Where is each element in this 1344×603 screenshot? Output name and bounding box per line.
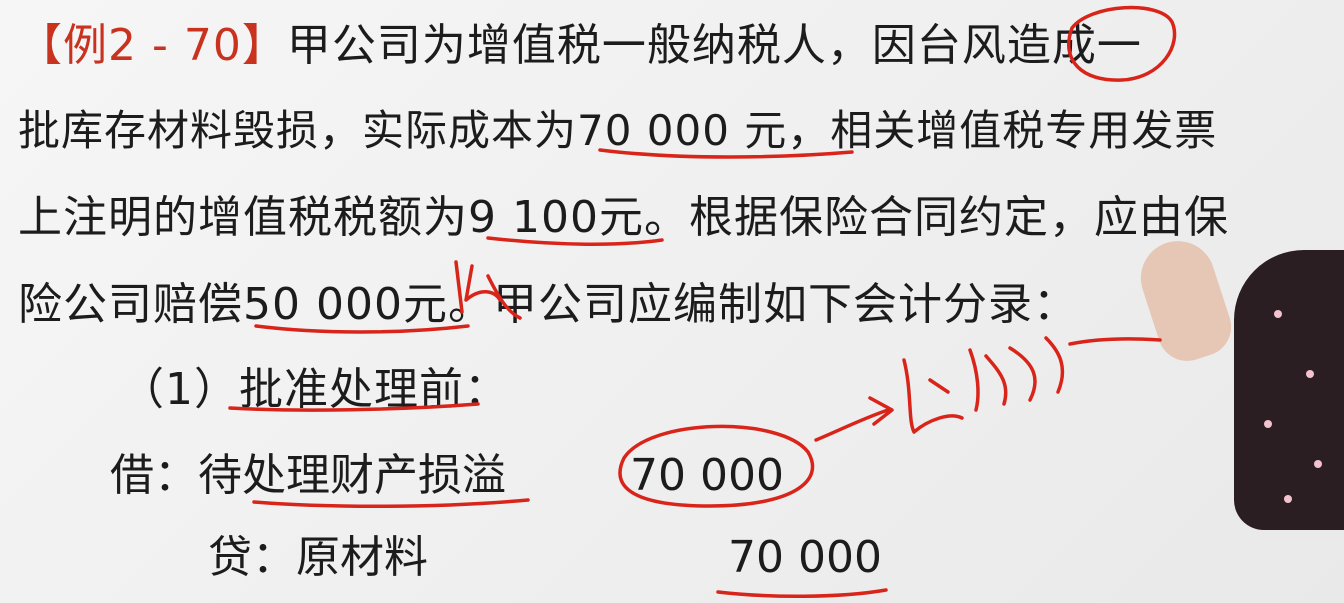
debit-amount: 70 000 [630,450,784,501]
presenter-pattern-dot [1314,460,1322,468]
underline-credit-amount [716,588,888,599]
handwritten-scribble-summary [902,336,1162,434]
debit-account-label: 借：待处理财产损溢 [110,450,506,501]
step-title: （1）批准处理前： [120,364,509,415]
presenter-pattern-dot [1306,370,1314,378]
paragraph-line-2: 批库存材料毁损，实际成本为70 000 元，相关增值税专用发票 [18,106,1218,155]
arrow-mark [814,396,894,442]
paragraph-line-4: 险公司赔偿50 000元。甲公司应编制如下会计分录： [18,279,1078,330]
paragraph-line-1: 【例2 - 70】甲公司为增值税一般纳税人，因台风造成一 [18,18,1142,74]
presenter-pattern-dot [1284,495,1292,503]
paragraph-line-3: 上注明的增值税税额为9 100元。根据保险合同约定，应由保 [18,192,1229,243]
presenter-figure [1234,250,1344,530]
presenter-pattern-dot [1264,420,1272,428]
credit-account-label: 贷：原材料 [208,532,428,583]
credit-amount: 70 000 [728,532,882,583]
paragraph-line-1-text: 甲公司为增值税一般纳税人，因台风造成一 [286,20,1142,71]
example-tag: 【例2 - 70】 [18,20,287,71]
presenter-pattern-dot [1274,310,1282,318]
presenter-hand [1131,231,1239,369]
